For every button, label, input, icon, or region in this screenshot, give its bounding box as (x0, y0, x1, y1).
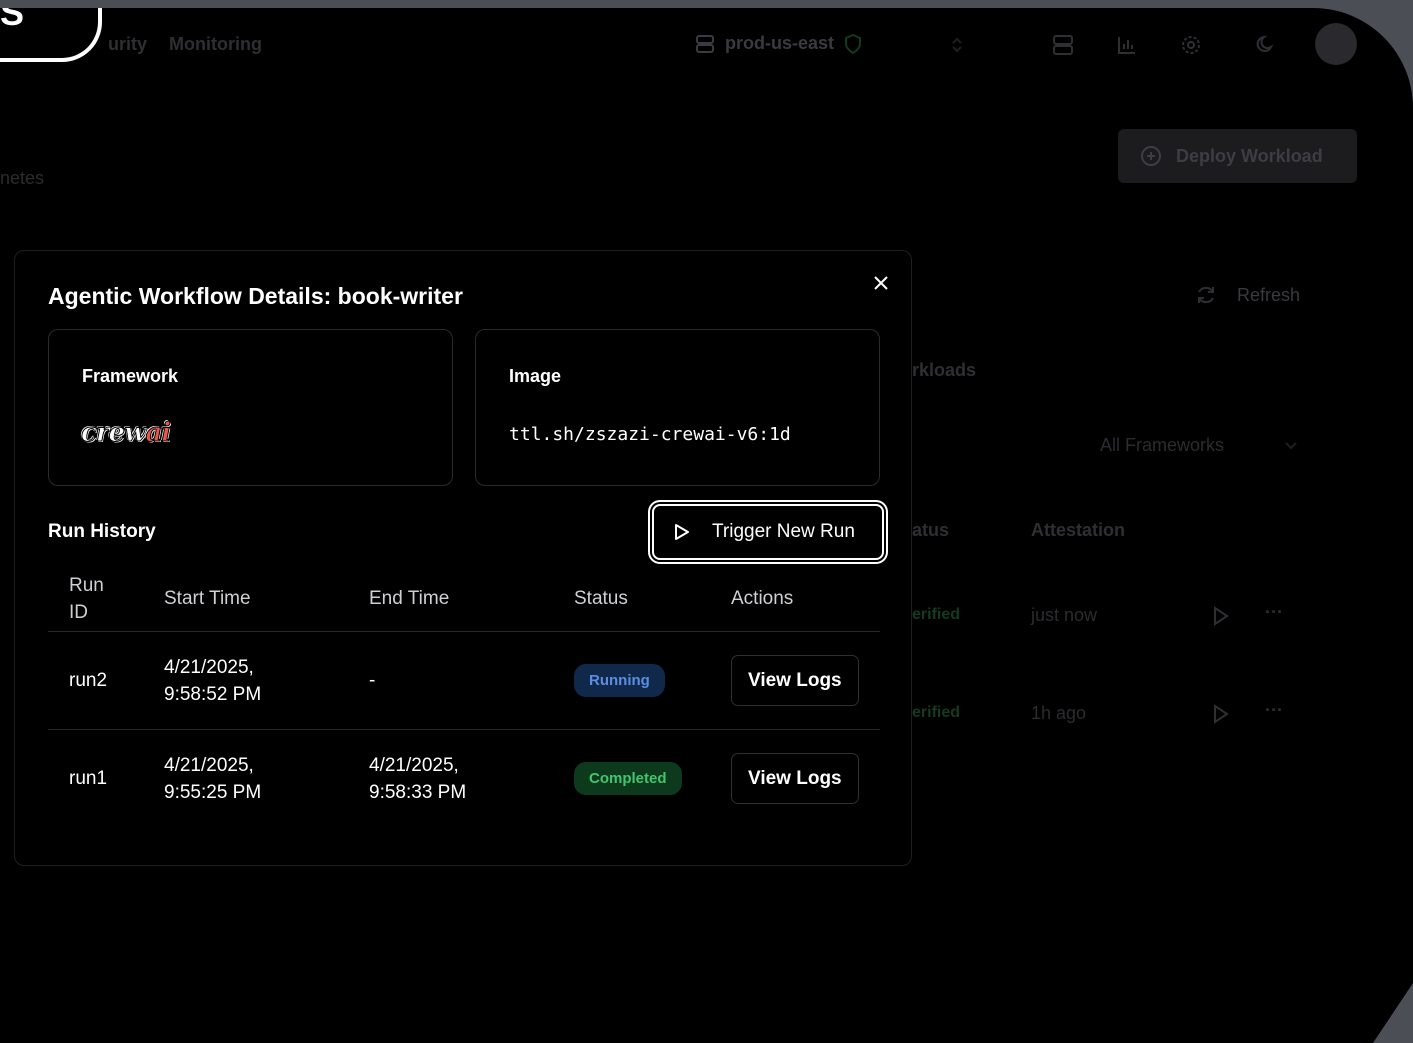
logo-text: crew (80, 418, 146, 449)
nav-item-security[interactable]: urity (108, 34, 147, 55)
row-attestation: just now (1031, 605, 1098, 625)
table-row: run2 4/21/2025, 9:58:52 PM - Running Vie… (48, 631, 880, 730)
table-header-row: Run ID Start Time End Time Status Action… (48, 567, 880, 632)
row-status: erified (912, 704, 961, 721)
deploy-workload-label: Deploy Workload (1176, 145, 1323, 166)
status-cell: Completed (574, 730, 731, 828)
refresh-button[interactable]: Refresh (1195, 284, 1300, 306)
chart-icon[interactable] (1117, 35, 1137, 55)
window-corner (1373, 983, 1413, 1043)
status-cell: Running (574, 631, 731, 730)
shield-icon (845, 33, 862, 54)
column-header-end-time: End Time (369, 567, 574, 632)
image-card: Image ttl.sh/zszazi-crewai-v6:1d (475, 329, 880, 486)
server-selector[interactable]: prod-us-east (695, 33, 862, 54)
image-label: Image (509, 366, 562, 386)
run-history-title: Run History (48, 521, 156, 542)
chevron-down-icon (1285, 441, 1297, 449)
nav-item-monitoring[interactable]: Monitoring (169, 34, 262, 55)
column-header-status: Status (574, 567, 731, 632)
status-badge: Completed (574, 762, 682, 795)
end-time-cell: 4/21/2025, 9:58:33 PM (369, 754, 467, 803)
column-header-attestation: Attestation (1031, 520, 1125, 540)
play-icon[interactable] (1212, 704, 1230, 724)
more-icon[interactable]: ··· (1265, 602, 1283, 623)
close-icon[interactable] (871, 273, 891, 293)
table-row: run1 4/21/2025, 9:55:25 PM 4/21/2025, 9:… (48, 730, 880, 828)
plus-circle-icon (1141, 146, 1161, 166)
trigger-new-run-button[interactable]: Trigger New Run (652, 504, 884, 560)
refresh-label: Refresh (1237, 284, 1301, 305)
server-name: prod-us-east (725, 33, 835, 53)
status-badge: Running (574, 664, 665, 697)
top-left-badge: S (0, 8, 102, 62)
more-icon[interactable]: ··· (1265, 700, 1283, 721)
column-header-run-id: Run ID (48, 567, 164, 632)
modal-title: Agentic Workflow Details: book-writer (48, 283, 463, 309)
framework-filter-value: All Frameworks (1100, 435, 1225, 455)
server-icon (696, 34, 714, 53)
logo-accent: ai (145, 418, 172, 449)
background-text: netes (0, 168, 45, 188)
run-id-cell: run1 (69, 768, 108, 789)
framework-filter-select[interactable]: All Frameworks (1100, 435, 1298, 456)
run-history-table: Run ID Start Time End Time Status Action… (48, 567, 880, 827)
view-logs-button[interactable]: View Logs (731, 655, 859, 706)
framework-card: Framework crewai (48, 329, 453, 486)
workloads-heading: rkloads (912, 360, 977, 380)
actions-cell: View Logs (731, 730, 880, 828)
refresh-icon (1198, 286, 1214, 304)
top-left-label: S (0, 8, 25, 33)
play-icon[interactable] (1212, 606, 1230, 626)
crewai-logo: crewai (80, 418, 172, 449)
end-time-cell: - (369, 631, 574, 730)
deploy-workload-button[interactable]: Deploy Workload (1118, 129, 1357, 183)
gear-icon[interactable] (1180, 34, 1202, 56)
image-value: ttl.sh/zszazi-crewai-v6:1d (509, 424, 791, 445)
chevron-up-down-icon[interactable] (950, 35, 964, 55)
column-header-status: atus (912, 520, 950, 540)
run-id-cell: run2 (48, 631, 164, 730)
row-attestation: 1h ago (1031, 703, 1087, 723)
column-header-actions: Actions (731, 567, 880, 632)
actions-cell: View Logs (731, 631, 880, 730)
view-logs-button[interactable]: View Logs (731, 753, 859, 804)
play-icon (675, 524, 689, 540)
column-header-start-time: Start Time (164, 567, 369, 632)
trigger-new-run-label: Trigger New Run (712, 521, 855, 542)
start-time-cell: 4/21/2025, 9:58:52 PM (164, 631, 369, 730)
avatar[interactable] (1315, 23, 1357, 65)
moon-icon[interactable] (1256, 34, 1276, 54)
start-time-cell: 4/21/2025, 9:55:25 PM (164, 754, 262, 803)
framework-label: Framework (82, 366, 179, 386)
row-status: erified (912, 606, 961, 623)
workflow-details-modal: Agentic Workflow Details: book-writer Fr… (14, 250, 912, 866)
servers-icon[interactable] (1052, 34, 1074, 56)
